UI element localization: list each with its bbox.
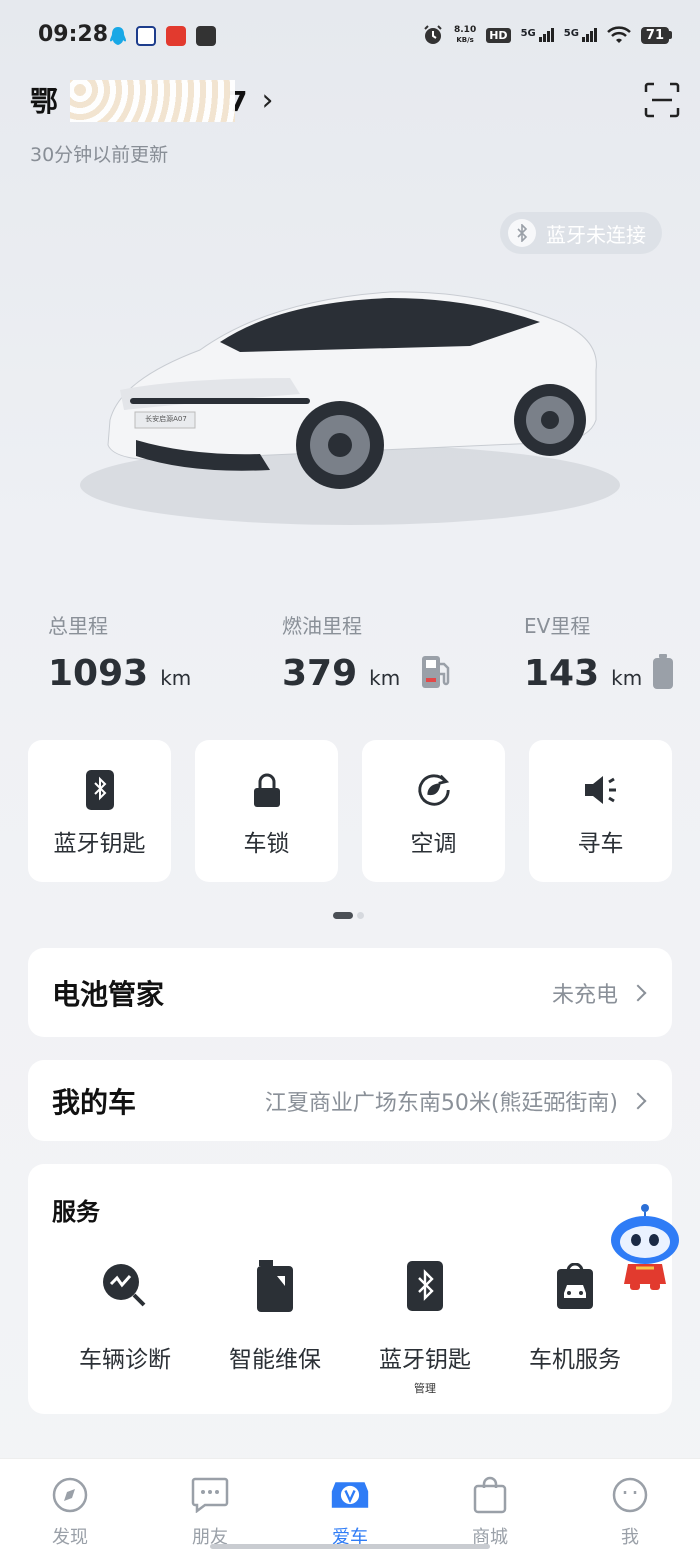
tab-friends[interactable]: 朋友 — [165, 1475, 255, 1549]
scan-button[interactable] — [642, 80, 682, 120]
my-car-card[interactable]: 我的车 江夏商业广场东南50米(熊廷弼街南) — [28, 1060, 672, 1141]
message-app-icon — [196, 26, 216, 46]
charging-status: 未充电 — [551, 982, 618, 1008]
quick-action-bluetooth-key[interactable]: 蓝牙钥匙 — [28, 740, 171, 882]
car-location: 江夏商业广场东南50米(熊廷弼街南) — [264, 1090, 618, 1116]
tab-discover[interactable]: 发现 — [25, 1475, 115, 1549]
compass-icon — [50, 1475, 90, 1515]
bluetooth-icon — [508, 219, 536, 247]
update-time: 30分钟以前更新 — [30, 144, 169, 166]
chevron-right-icon: › — [261, 82, 274, 118]
service-smart-maintenance[interactable]: 智能维保 — [200, 1260, 350, 1374]
network-speed: 8.10 KB/s — [454, 25, 477, 44]
fuel-pump-icon — [422, 656, 450, 688]
bluetooth-status-text: 蓝牙未连接 — [546, 222, 646, 247]
hd-badge: HD — [486, 27, 511, 43]
quick-action-lock[interactable]: 车锁 — [195, 740, 338, 882]
scan-icon — [644, 82, 680, 118]
car-model-badge: 长安启源A07 — [145, 415, 187, 423]
chevron-right-icon — [629, 1092, 647, 1109]
speaker-icon — [583, 770, 619, 810]
service-bluetooth-key-management[interactable]: 蓝牙钥匙 管理 — [350, 1260, 500, 1396]
wifi-icon — [607, 26, 631, 43]
car-v-icon — [330, 1475, 370, 1515]
quick-action-find-car[interactable]: 寻车 — [529, 740, 672, 882]
lock-icon — [249, 770, 285, 810]
fuel-mileage: 燃油里程 379 km — [282, 614, 401, 694]
bluetooth-status-badge[interactable]: 蓝牙未连接 — [500, 212, 662, 254]
page-indicator — [333, 912, 364, 919]
tab-my-car[interactable]: 爱车 — [305, 1475, 395, 1549]
assistant-mascot-button[interactable] — [606, 1202, 684, 1292]
shopping-app-icon — [166, 26, 186, 46]
app-notification-icon — [136, 26, 156, 46]
signal-sim2-icon: 5G — [564, 28, 597, 42]
status-time: 09:28 — [38, 22, 109, 47]
chevron-right-icon — [629, 984, 647, 1001]
alarm-icon — [424, 25, 442, 44]
service-vehicle-diagnosis[interactable]: 车辆诊断 — [50, 1260, 200, 1374]
services-card: 服务 车辆诊断 智能维保 蓝牙钥匙 管理 车机服务 — [28, 1164, 672, 1414]
status-bar: 09:28 8.10 KB/s HD 5G 5G 71 — [0, 0, 700, 72]
shopping-bag-icon — [470, 1475, 510, 1515]
plate-number: 鄂7 — [30, 80, 248, 122]
bottom-tab-bar: 发现 朋友 爱车 商城 我 — [0, 1458, 700, 1555]
air-conditioner-icon — [416, 770, 452, 810]
battery-icon: 71 — [640, 26, 672, 44]
signal-sim1-icon: 5G — [521, 28, 554, 42]
quick-action-air-conditioner[interactable]: 空调 — [362, 740, 505, 882]
bluetooth-key-icon — [82, 770, 118, 810]
chat-icon — [190, 1475, 230, 1515]
total-mileage: 总里程 1093 km — [48, 614, 192, 694]
tab-mall[interactable]: 商城 — [445, 1475, 535, 1549]
car-service-icon — [551, 1260, 599, 1312]
ev-mileage: EV里程 143 km — [524, 614, 643, 694]
maintenance-icon — [251, 1260, 299, 1312]
tab-me[interactable]: 我 — [585, 1475, 675, 1549]
bluetooth-key-icon — [401, 1260, 449, 1312]
diagnosis-icon — [101, 1260, 149, 1312]
battery-manager-card[interactable]: 电池管家 未充电 — [28, 948, 672, 1037]
qq-icon — [108, 26, 128, 46]
profile-icon — [610, 1475, 650, 1515]
vehicle-plate-selector[interactable]: 鄂7 › — [30, 80, 274, 122]
battery-level-icon — [653, 654, 673, 689]
car-image: 长安启源A07 — [40, 260, 660, 560]
plate-blur-mask — [70, 80, 235, 122]
home-indicator[interactable] — [210, 1544, 490, 1549]
